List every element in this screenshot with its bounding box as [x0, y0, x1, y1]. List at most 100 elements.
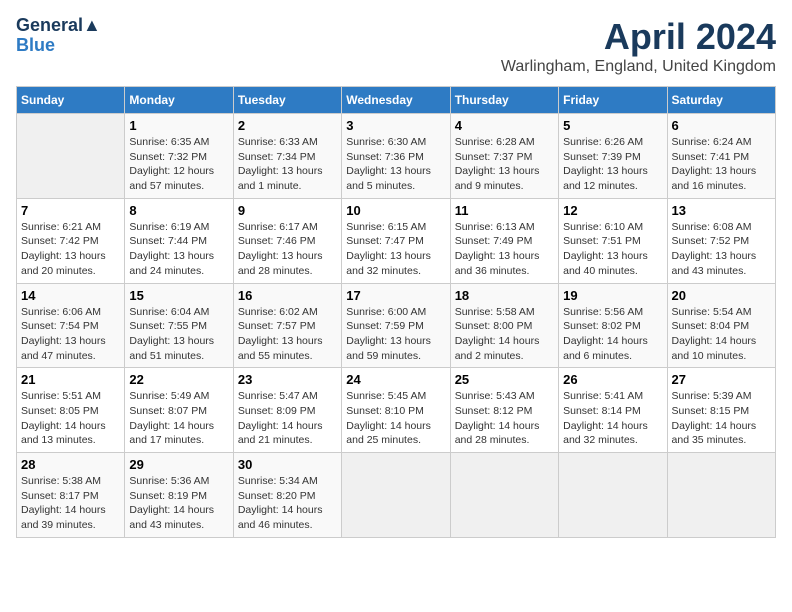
calendar-cell: 3 Sunrise: 6:30 AMSunset: 7:36 PMDaylight… [342, 114, 450, 199]
calendar-cell: 14 Sunrise: 6:06 AMSunset: 7:54 PMDayligh… [17, 283, 125, 368]
calendar-cell: 7 Sunrise: 6:21 AMSunset: 7:42 PMDaylight… [17, 198, 125, 283]
calendar-cell: 28Sunrise: 5:38 AMSunset: 8:17 PMDayligh… [17, 453, 125, 538]
day-number: 13 [672, 203, 771, 218]
day-number: 28 [21, 457, 120, 472]
day-info: Sunrise: 5:47 AMSunset: 8:09 PMDaylight:… [238, 389, 337, 448]
day-info: Sunrise: 6:28 AMSunset: 7:37 PMDaylight:… [455, 135, 554, 194]
calendar-cell: 12 Sunrise: 6:10 AMSunset: 7:51 PMDayligh… [559, 198, 667, 283]
col-header-saturday: Saturday [667, 87, 775, 114]
day-info: Sunrise: 6:02 AMSunset: 7:57 PMDaylight:… [238, 305, 337, 364]
calendar-cell: 15 Sunrise: 6:04 AMSunset: 7:55 PMDayligh… [125, 283, 233, 368]
day-number: 18 [455, 288, 554, 303]
calendar-cell [450, 453, 558, 538]
day-number: 14 [21, 288, 120, 303]
day-info: Sunrise: 5:58 AMSunset: 8:00 PMDaylight:… [455, 305, 554, 364]
calendar-cell: 10 Sunrise: 6:15 AMSunset: 7:47 PMDayligh… [342, 198, 450, 283]
day-number: 6 [672, 118, 771, 133]
logo: General▲ Blue [16, 16, 101, 56]
day-number: 5 [563, 118, 662, 133]
day-number: 17 [346, 288, 445, 303]
day-number: 1 [129, 118, 228, 133]
calendar-cell: 4 Sunrise: 6:28 AMSunset: 7:37 PMDaylight… [450, 114, 558, 199]
day-info: Sunrise: 5:41 AMSunset: 8:14 PMDaylight:… [563, 389, 662, 448]
calendar-cell: 2 Sunrise: 6:33 AMSunset: 7:34 PMDaylight… [233, 114, 341, 199]
day-info: Sunrise: 6:24 AMSunset: 7:41 PMDaylight:… [672, 135, 771, 194]
calendar-cell: 8Sunrise: 6:19 AMSunset: 7:44 PMDaylight… [125, 198, 233, 283]
page-header: General▲ Blue April 2024 Warlingham, Eng… [16, 16, 776, 76]
col-header-sunday: Sunday [17, 87, 125, 114]
calendar-cell: 5 Sunrise: 6:26 AMSunset: 7:39 PMDaylight… [559, 114, 667, 199]
day-info: Sunrise: 5:34 AMSunset: 8:20 PMDaylight:… [238, 474, 337, 533]
calendar-cell: 13 Sunrise: 6:08 AMSunset: 7:52 PMDayligh… [667, 198, 775, 283]
calendar-cell: 16 Sunrise: 6:02 AMSunset: 7:57 PMDayligh… [233, 283, 341, 368]
calendar-table: SundayMondayTuesdayWednesdayThursdayFrid… [16, 86, 776, 538]
calendar-cell: 20 Sunrise: 5:54 AMSunset: 8:04 PMDayligh… [667, 283, 775, 368]
day-info: Sunrise: 5:51 AMSunset: 8:05 PMDaylight:… [21, 389, 120, 448]
calendar-cell: 1 Sunrise: 6:35 AMSunset: 7:32 PMDaylight… [125, 114, 233, 199]
calendar-cell: 30 Sunrise: 5:34 AMSunset: 8:20 PMDayligh… [233, 453, 341, 538]
day-info: Sunrise: 6:00 AMSunset: 7:59 PMDaylight:… [346, 305, 445, 364]
day-number: 20 [672, 288, 771, 303]
day-number: 10 [346, 203, 445, 218]
day-info: Sunrise: 6:17 AMSunset: 7:46 PMDaylight:… [238, 220, 337, 279]
day-number: 23 [238, 372, 337, 387]
month-title: April 2024 [501, 16, 776, 58]
calendar-cell: 11Sunrise: 6:13 AMSunset: 7:49 PMDayligh… [450, 198, 558, 283]
day-info: Sunrise: 6:15 AMSunset: 7:47 PMDaylight:… [346, 220, 445, 279]
day-info: Sunrise: 6:35 AMSunset: 7:32 PMDaylight:… [129, 135, 228, 194]
calendar-cell: 6 Sunrise: 6:24 AMSunset: 7:41 PMDaylight… [667, 114, 775, 199]
day-number: 4 [455, 118, 554, 133]
calendar-cell [17, 114, 125, 199]
day-number: 9 [238, 203, 337, 218]
calendar-cell [342, 453, 450, 538]
col-header-monday: Monday [125, 87, 233, 114]
day-number: 2 [238, 118, 337, 133]
day-number: 22 [129, 372, 228, 387]
calendar-cell: 26 Sunrise: 5:41 AMSunset: 8:14 PMDayligh… [559, 368, 667, 453]
day-number: 29 [129, 457, 228, 472]
day-info: Sunrise: 6:10 AMSunset: 7:51 PMDaylight:… [563, 220, 662, 279]
calendar-cell: 24 Sunrise: 5:45 AMSunset: 8:10 PMDayligh… [342, 368, 450, 453]
day-info: Sunrise: 6:13 AMSunset: 7:49 PMDaylight:… [455, 220, 554, 279]
day-info: Sunrise: 5:54 AMSunset: 8:04 PMDaylight:… [672, 305, 771, 364]
day-info: Sunrise: 5:56 AMSunset: 8:02 PMDaylight:… [563, 305, 662, 364]
day-info: Sunrise: 6:08 AMSunset: 7:52 PMDaylight:… [672, 220, 771, 279]
day-number: 3 [346, 118, 445, 133]
day-info: Sunrise: 5:45 AMSunset: 8:10 PMDaylight:… [346, 389, 445, 448]
day-number: 16 [238, 288, 337, 303]
logo-blue: Blue [16, 35, 55, 55]
day-number: 12 [563, 203, 662, 218]
calendar-cell [559, 453, 667, 538]
day-info: Sunrise: 6:06 AMSunset: 7:54 PMDaylight:… [21, 305, 120, 364]
day-number: 30 [238, 457, 337, 472]
calendar-cell: 21 Sunrise: 5:51 AMSunset: 8:05 PMDayligh… [17, 368, 125, 453]
col-header-tuesday: Tuesday [233, 87, 341, 114]
day-number: 7 [21, 203, 120, 218]
day-info: Sunrise: 5:49 AMSunset: 8:07 PMDaylight:… [129, 389, 228, 448]
day-info: Sunrise: 6:04 AMSunset: 7:55 PMDaylight:… [129, 305, 228, 364]
calendar-cell [667, 453, 775, 538]
day-number: 24 [346, 372, 445, 387]
calendar-cell: 22 Sunrise: 5:49 AMSunset: 8:07 PMDayligh… [125, 368, 233, 453]
day-info: Sunrise: 6:33 AMSunset: 7:34 PMDaylight:… [238, 135, 337, 194]
calendar-cell: 25 Sunrise: 5:43 AMSunset: 8:12 PMDayligh… [450, 368, 558, 453]
calendar-cell: 27Sunrise: 5:39 AMSunset: 8:15 PMDayligh… [667, 368, 775, 453]
calendar-cell: 18 Sunrise: 5:58 AMSunset: 8:00 PMDayligh… [450, 283, 558, 368]
day-number: 21 [21, 372, 120, 387]
calendar-cell: 19 Sunrise: 5:56 AMSunset: 8:02 PMDayligh… [559, 283, 667, 368]
calendar-cell: 23 Sunrise: 5:47 AMSunset: 8:09 PMDayligh… [233, 368, 341, 453]
col-header-thursday: Thursday [450, 87, 558, 114]
day-info: Sunrise: 6:21 AMSunset: 7:42 PMDaylight:… [21, 220, 120, 279]
day-number: 25 [455, 372, 554, 387]
day-number: 26 [563, 372, 662, 387]
day-info: Sunrise: 6:30 AMSunset: 7:36 PMDaylight:… [346, 135, 445, 194]
calendar-cell: 29Sunrise: 5:36 AMSunset: 8:19 PMDayligh… [125, 453, 233, 538]
day-info: Sunrise: 6:26 AMSunset: 7:39 PMDaylight:… [563, 135, 662, 194]
day-info: Sunrise: 5:43 AMSunset: 8:12 PMDaylight:… [455, 389, 554, 448]
day-number: 27 [672, 372, 771, 387]
title-block: April 2024 Warlingham, England, United K… [501, 16, 776, 76]
calendar-cell: 9 Sunrise: 6:17 AMSunset: 7:46 PMDaylight… [233, 198, 341, 283]
logo-general: General [16, 15, 83, 35]
day-number: 19 [563, 288, 662, 303]
day-number: 15 [129, 288, 228, 303]
